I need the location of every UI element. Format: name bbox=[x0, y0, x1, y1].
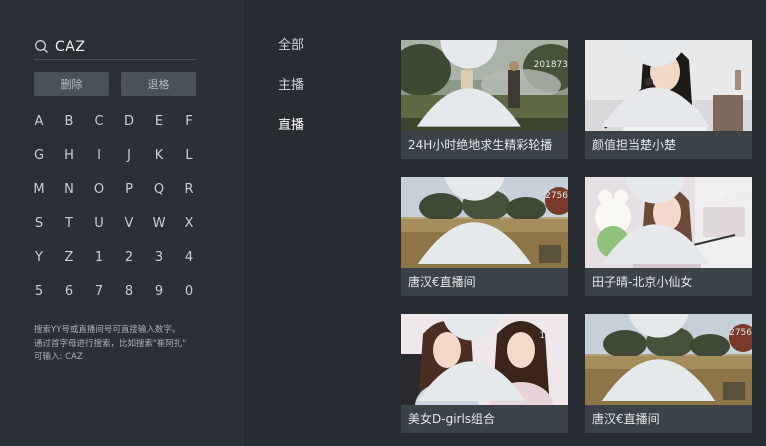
key-3[interactable]: 3 bbox=[144, 240, 174, 274]
viewer-icon bbox=[601, 177, 711, 264]
video-thumbnail: 2756 bbox=[401, 177, 568, 268]
hint-line: 通过首字母进行搜索，比如搜索"崔阿扎" bbox=[34, 338, 187, 349]
key-2[interactable]: 2 bbox=[114, 240, 144, 274]
viewer-count-text: 2756 bbox=[729, 328, 752, 339]
viewer-icon bbox=[601, 314, 716, 401]
viewer-count-text: 22130 bbox=[723, 57, 752, 68]
key-y[interactable]: Y bbox=[24, 240, 54, 274]
key-m[interactable]: M bbox=[24, 172, 54, 206]
key-4[interactable]: 4 bbox=[174, 240, 204, 274]
viewer-icon bbox=[416, 40, 521, 127]
hint-line: 搜索YY号或直播间号可直接输入数字。 bbox=[34, 325, 181, 335]
search-query: CAZ bbox=[55, 38, 86, 55]
key-1[interactable]: 1 bbox=[84, 240, 114, 274]
key-e[interactable]: E bbox=[144, 104, 174, 138]
key-x[interactable]: X bbox=[174, 206, 204, 240]
key-c[interactable]: C bbox=[84, 104, 114, 138]
video-title: 颜值担当楚小楚 bbox=[592, 138, 677, 152]
viewer-count: 49285 bbox=[591, 177, 752, 264]
video-title: 唐汉€直播间 bbox=[408, 275, 476, 289]
video-grid: 201873 24H小时绝地求生精彩轮播 22130 颜值担当楚小楚 2756 唐 bbox=[401, 40, 752, 433]
key-p[interactable]: P bbox=[114, 172, 144, 206]
viewer-count: 22130 bbox=[591, 40, 752, 127]
key-f[interactable]: F bbox=[174, 104, 204, 138]
video-card[interactable]: 201873 24H小时绝地求生精彩轮播 bbox=[401, 40, 568, 159]
key-h[interactable]: H bbox=[54, 138, 84, 172]
video-thumbnail: 2756 bbox=[585, 314, 752, 405]
video-title: 24H小时绝地求生精彩轮播 bbox=[408, 138, 553, 152]
key-i[interactable]: I bbox=[84, 138, 114, 172]
key-d[interactable]: D bbox=[114, 104, 144, 138]
key-0[interactable]: 0 bbox=[174, 274, 204, 308]
viewer-count: 2756 bbox=[591, 314, 752, 401]
video-thumbnail: 201873 bbox=[401, 40, 568, 131]
delete-button[interactable]: 删除 bbox=[34, 72, 109, 96]
search-icon bbox=[34, 39, 49, 54]
search-hint: 搜索YY号或直播间号可直接输入数字。 通过首字母进行搜索，比如搜索"崔阿扎" 可… bbox=[34, 324, 234, 365]
backspace-button[interactable]: 退格 bbox=[121, 72, 196, 96]
key-z[interactable]: Z bbox=[54, 240, 84, 274]
key-b[interactable]: B bbox=[54, 104, 84, 138]
viewer-count-text: 201873 bbox=[533, 60, 568, 71]
letter-keyboard: ABCDEF GHIJKL MNOPQR STUVWX YZ1234 567890 bbox=[24, 104, 210, 308]
video-thumbnail: 22130 bbox=[585, 40, 752, 131]
menu-item-live[interactable]: 直播 bbox=[278, 114, 304, 154]
key-k[interactable]: K bbox=[144, 138, 174, 172]
viewer-count-text: 49285 bbox=[723, 194, 752, 205]
category-menu: 全部 主播 直播 bbox=[278, 34, 304, 154]
viewer-count-text: 11226 bbox=[539, 331, 568, 342]
key-s[interactable]: S bbox=[24, 206, 54, 240]
video-title: 田子晴-北京小仙女 bbox=[592, 275, 693, 289]
video-card[interactable]: 22130 颜值担当楚小楚 bbox=[585, 40, 752, 159]
key-a[interactable]: A bbox=[24, 104, 54, 138]
key-r[interactable]: R bbox=[174, 172, 204, 206]
key-g[interactable]: G bbox=[24, 138, 54, 172]
key-8[interactable]: 8 bbox=[114, 274, 144, 308]
key-j[interactable]: J bbox=[114, 138, 144, 172]
video-card[interactable]: 2756 唐汉€直播间 bbox=[585, 314, 752, 433]
key-w[interactable]: W bbox=[144, 206, 174, 240]
video-title: 唐汉€直播间 bbox=[592, 412, 660, 426]
menu-item-anchor[interactable]: 主播 bbox=[278, 74, 304, 114]
key-7[interactable]: 7 bbox=[84, 274, 114, 308]
key-6[interactable]: 6 bbox=[54, 274, 84, 308]
video-card[interactable]: 49285 田子晴-北京小仙女 bbox=[585, 177, 752, 296]
video-thumbnail: 49285 bbox=[585, 177, 752, 268]
key-u[interactable]: U bbox=[84, 206, 114, 240]
viewer-count-text: 2756 bbox=[545, 191, 568, 202]
key-v[interactable]: V bbox=[114, 206, 144, 240]
video-title: 美女D-girls组合 bbox=[408, 412, 496, 426]
key-q[interactable]: Q bbox=[144, 172, 174, 206]
viewer-icon bbox=[601, 40, 711, 127]
viewer-icon bbox=[417, 314, 527, 401]
viewer-count: 11226 bbox=[407, 314, 568, 401]
key-n[interactable]: N bbox=[54, 172, 84, 206]
search-panel: CAZ 删除 退格 ABCDEF GHIJKL MNOPQR STUVWX YZ1234… bbox=[0, 0, 246, 446]
key-l[interactable]: L bbox=[174, 138, 204, 172]
video-card[interactable]: 2756 唐汉€直播间 bbox=[401, 177, 568, 296]
menu-item-all[interactable]: 全部 bbox=[278, 34, 304, 74]
video-card[interactable]: 11226 美女D-girls组合 bbox=[401, 314, 568, 433]
key-o[interactable]: O bbox=[84, 172, 114, 206]
key-9[interactable]: 9 bbox=[144, 274, 174, 308]
viewer-count: 201873 bbox=[407, 40, 568, 127]
viewer-count: 2756 bbox=[407, 177, 568, 264]
key-5[interactable]: 5 bbox=[24, 274, 54, 308]
hint-line: 可输入: CAZ bbox=[34, 352, 83, 362]
viewer-icon bbox=[417, 177, 532, 264]
video-thumbnail: 11226 bbox=[401, 314, 568, 405]
search-input[interactable]: CAZ bbox=[34, 34, 197, 60]
key-t[interactable]: T bbox=[54, 206, 84, 240]
